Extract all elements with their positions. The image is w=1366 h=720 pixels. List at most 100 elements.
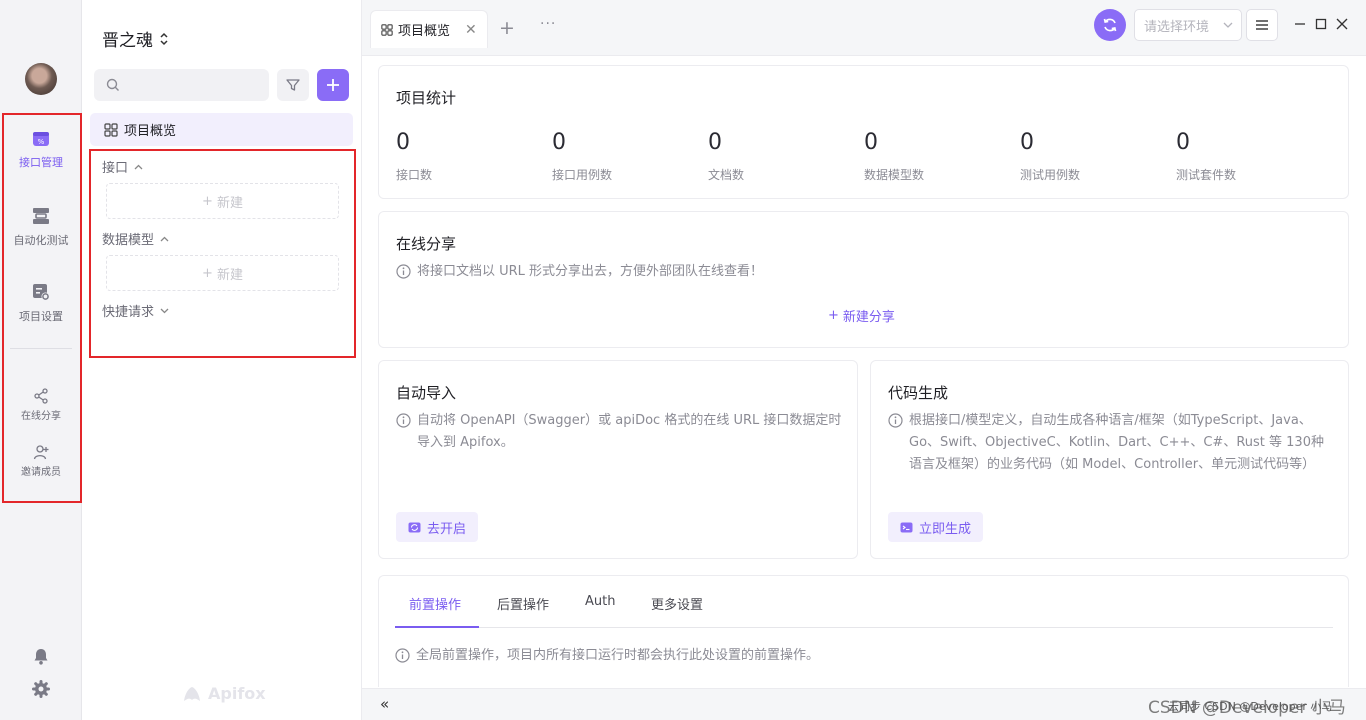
tree-group-title: 接口 (102, 161, 129, 176)
rail-label: 自动化测试 (13, 234, 69, 247)
import-description: 自动将 OpenAPI（Swagger）或 apiDoc 格式的在线 URL 接… (396, 410, 842, 454)
info-icon (396, 413, 411, 428)
share-desc-text: 将接口文档以 URL 形式分享出去，方便外部团队在线查看！ (417, 264, 764, 279)
tree-group-api[interactable]: 接口 (102, 157, 143, 176)
codegen-title: 代码生成 (888, 384, 949, 402)
tab-pre-operation[interactable]: 前置操作 (409, 594, 461, 613)
overview-label: 项目概览 (124, 124, 177, 139)
import-title: 自动导入 (396, 384, 457, 402)
filter-button[interactable] (277, 69, 309, 101)
tab-label: 项目概览 (398, 24, 451, 39)
hamburger-icon (1256, 20, 1268, 30)
collapse-sidebar-button[interactable]: « (380, 695, 389, 713)
rail-share-label: 在线分享 (21, 411, 61, 422)
avatar[interactable] (25, 63, 57, 95)
rail-item-api-management[interactable]: % 接口管理 (0, 130, 82, 170)
tree-group-quick-request[interactable]: 快捷请求 (102, 301, 169, 320)
rail-label: 接口管理 (19, 156, 63, 169)
active-tab-indicator (395, 626, 479, 628)
stat-label: 接口数 (396, 168, 433, 182)
project-switcher[interactable]: 晋之魂 (102, 26, 169, 51)
tab-more-settings[interactable]: 更多设置 (651, 594, 703, 613)
stats-card: 项目统计 0 接口数 0 接口用例数 0 文档数 0 数据模型数 0 测试用例数… (378, 65, 1349, 199)
chevron-up-icon (134, 164, 143, 169)
stat-label: 接口用例数 (552, 168, 613, 182)
tree-group-title: 数据模型 (102, 233, 155, 248)
enable-import-button[interactable]: 去开启 (396, 512, 479, 542)
stat-label: 数据模型数 (864, 168, 925, 182)
stat-label: 测试套件数 (1176, 168, 1237, 182)
tree-group-schema[interactable]: 数据模型 (102, 229, 169, 248)
plus-icon (327, 79, 339, 91)
tree-item-overview[interactable]: 项目概览 (90, 113, 353, 146)
api-management-icon: % (33, 132, 49, 146)
plus-icon: + (202, 265, 213, 281)
project-settings-icon (33, 284, 50, 301)
new-share-button[interactable]: + 新建分享 (828, 306, 895, 325)
menu-button[interactable] (1246, 9, 1278, 41)
refresh-icon (1103, 18, 1117, 32)
search-input[interactable] (94, 69, 269, 101)
left-rail: % 接口管理 自动化测试 项目设置 在线分享 邀请成员 (0, 0, 82, 720)
share-icon (34, 388, 48, 404)
terminal-icon (900, 522, 913, 532)
brand-name: Apifox (208, 684, 266, 703)
tab-post-operation[interactable]: 后置操作 (497, 594, 549, 613)
tabs-divider (395, 627, 1333, 628)
close-icon[interactable]: ✕ (465, 22, 477, 38)
environment-select[interactable]: 请选择环境 (1134, 9, 1242, 41)
plus-icon: + (828, 308, 839, 323)
generate-code-button[interactable]: 立即生成 (888, 512, 984, 542)
grid-icon (381, 23, 393, 36)
stat-value: 0 (1176, 130, 1190, 155)
codegen-description: 根据接口/模型定义，自动生成各种语言/框架（如TypeScript、Java、G… (888, 410, 1334, 476)
pre-operation-description: 全局前置操作，项目内所有接口运行时都会执行此处设置的前置操作。 (395, 645, 1325, 667)
share-title: 在线分享 (396, 235, 457, 253)
new-label: 新建 (216, 195, 243, 211)
chevron-down-icon (1223, 22, 1233, 28)
info-icon (888, 413, 903, 428)
stat-label: 测试用例数 (1020, 168, 1081, 182)
stat-value: 0 (708, 130, 722, 155)
add-button[interactable] (317, 69, 349, 101)
new-schema-button[interactable]: + 新建 (106, 255, 339, 291)
more-tabs-icon[interactable]: ··· (540, 16, 556, 32)
filter-icon (286, 79, 300, 91)
rail-invite-button[interactable]: 邀请成员 (0, 444, 82, 478)
new-tab-button[interactable]: + (499, 17, 515, 39)
chevron-up-icon (160, 236, 169, 241)
codegen-desc-text: 根据接口/模型定义，自动生成各种语言/框架（如TypeScript、Java、G… (909, 413, 1324, 472)
share-card: 在线分享 将接口文档以 URL 形式分享出去，方便外部团队在线查看！ + 新建分… (378, 211, 1349, 348)
rail-item-project-settings[interactable]: 项目设置 (0, 282, 82, 324)
rail-item-automation-test[interactable]: 自动化测试 (0, 206, 82, 248)
new-label: 新建 (216, 267, 243, 283)
settings-card (378, 575, 1349, 687)
tree-group-title: 快捷请求 (102, 305, 155, 320)
rail-invite-label: 邀请成员 (21, 467, 61, 478)
search-icon (106, 78, 119, 91)
top-bar: 项目概览 ✕ + ··· 请选择环境 (362, 0, 1366, 56)
new-share-label: 新建分享 (842, 310, 895, 325)
sync-button[interactable] (1094, 9, 1126, 41)
window-close-icon[interactable] (1332, 14, 1352, 34)
stat-value: 0 (1020, 130, 1034, 155)
stats-title: 项目统计 (396, 89, 457, 107)
new-api-button[interactable]: + 新建 (106, 183, 339, 219)
info-icon (395, 648, 410, 663)
environment-placeholder: 请选择环境 (1144, 19, 1210, 35)
minimize-icon[interactable] (1290, 14, 1310, 34)
tab-overview[interactable]: 项目概览 ✕ (370, 10, 488, 48)
rail-divider (10, 348, 72, 349)
enable-import-label: 去开启 (427, 521, 467, 537)
notification-bell-icon[interactable] (33, 648, 49, 669)
grid-icon (104, 122, 118, 137)
tab-auth[interactable]: Auth (585, 594, 615, 609)
rail-share-button[interactable]: 在线分享 (0, 388, 82, 422)
project-panel: 晋之魂 项目概览 接口 + 新建 数据模型 + 新建 快捷请求 Apifox (82, 0, 362, 720)
watermark: CSDN @Developer 小马 (1148, 698, 1346, 718)
rail-label: 项目设置 (19, 310, 63, 323)
maximize-icon[interactable] (1311, 14, 1331, 34)
project-name: 晋之魂 (102, 31, 153, 51)
stat-value: 0 (396, 130, 410, 155)
settings-gear-icon[interactable] (32, 680, 50, 702)
